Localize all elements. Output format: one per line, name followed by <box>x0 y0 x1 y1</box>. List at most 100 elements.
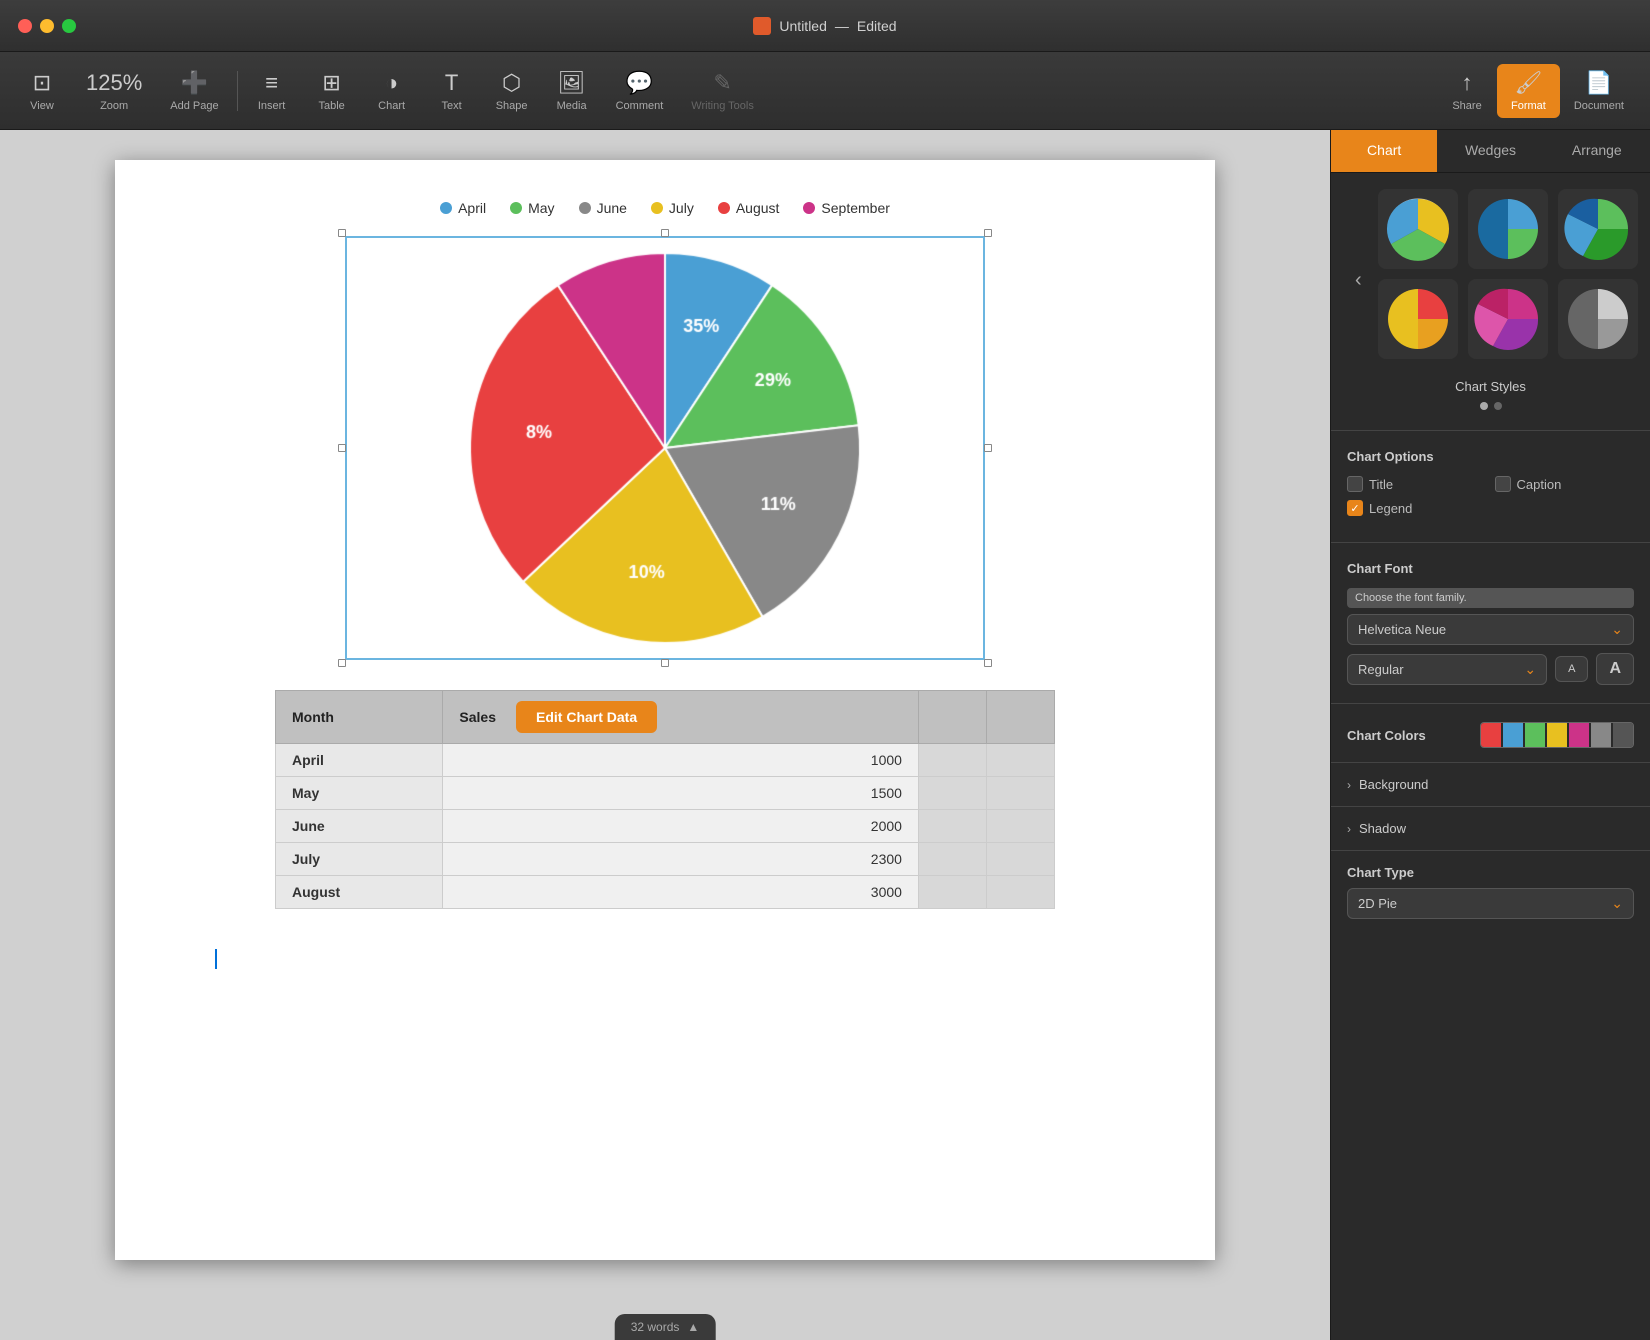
word-count-chevron: ▲ <box>687 1320 699 1334</box>
swatch-5[interactable] <box>1569 723 1589 747</box>
handle-bc[interactable] <box>661 659 669 667</box>
swatch-4[interactable] <box>1547 723 1567 747</box>
carousel-prev[interactable]: ‹ <box>1347 265 1370 296</box>
toolbar-media[interactable]: 🖼 Media <box>542 64 602 118</box>
handle-ml[interactable] <box>338 444 346 452</box>
style-dot-2[interactable] <box>1494 402 1502 410</box>
title-separator: — <box>835 18 849 34</box>
toolbar-zoom[interactable]: 125% Zoom <box>72 64 156 118</box>
word-count-bar[interactable]: 32 words ▲ <box>615 1314 716 1340</box>
legend-item-april: April <box>440 200 486 216</box>
toolbar-view[interactable]: ⊡ View <box>12 64 72 118</box>
chart-type-value: 2D Pie <box>1358 896 1397 911</box>
font-size-decrease[interactable]: A <box>1555 656 1588 682</box>
handle-mr[interactable] <box>984 444 992 452</box>
close-button[interactable] <box>18 19 32 33</box>
font-style-select[interactable]: Regular ⌄ <box>1347 654 1547 685</box>
table-cell-empty-2 <box>986 777 1054 810</box>
table-cell-month: May <box>276 777 443 810</box>
toolbar-table[interactable]: ⊞ Table <box>302 64 362 118</box>
toolbar-right: ↑ Share 🖌 Format 📄 Document <box>1437 64 1638 118</box>
share-label: Share <box>1452 100 1481 112</box>
background-header[interactable]: › Background <box>1347 777 1634 792</box>
view-icon: ⊡ <box>33 70 51 96</box>
chart-type-section: Chart Type 2D Pie ⌄ <box>1331 850 1650 933</box>
legend-checkbox-item: Legend <box>1347 500 1634 516</box>
canvas-area[interactable]: April May June July August <box>0 130 1330 1340</box>
pie-canvas[interactable] <box>355 238 975 658</box>
chart-options-title: Chart Options <box>1347 449 1634 464</box>
toolbar-share[interactable]: ↑ Share <box>1437 64 1497 118</box>
handle-tr[interactable] <box>984 229 992 237</box>
shadow-header[interactable]: › Shadow <box>1347 821 1634 836</box>
add-page-icon: ➕ <box>181 70 208 96</box>
handle-tc[interactable] <box>661 229 669 237</box>
style-thumb-6[interactable] <box>1558 279 1638 359</box>
legend-item-may: May <box>510 200 554 216</box>
view-label: View <box>30 100 54 112</box>
toolbar-document[interactable]: 📄 Document <box>1560 64 1638 118</box>
font-family-select[interactable]: Helvetica Neue ⌄ <box>1347 614 1634 645</box>
font-family-value: Helvetica Neue <box>1358 622 1446 637</box>
chart-font-section: Chart Font Choose the font family. Helve… <box>1331 547 1650 699</box>
chart-styles-section: ‹ <box>1331 173 1650 426</box>
maximize-button[interactable] <box>62 19 76 33</box>
toolbar-chart[interactable]: ◑ Chart <box>362 64 422 118</box>
document-icon: 📄 <box>1585 70 1612 96</box>
window-controls[interactable] <box>18 19 76 33</box>
handle-br[interactable] <box>984 659 992 667</box>
chart-type-select[interactable]: 2D Pie ⌄ <box>1347 888 1634 919</box>
tab-arrange[interactable]: Arrange <box>1544 130 1650 172</box>
legend-label-september: September <box>821 200 889 216</box>
handle-tl[interactable] <box>338 229 346 237</box>
style-dot-1[interactable] <box>1480 402 1488 410</box>
chart-font-title: Chart Font <box>1347 561 1634 576</box>
swatch-6[interactable] <box>1591 723 1611 747</box>
style-thumb-3[interactable] <box>1558 189 1638 269</box>
handle-bl[interactable] <box>338 659 346 667</box>
toolbar-comment[interactable]: 💬 Comment <box>602 64 678 118</box>
swatch-7[interactable] <box>1613 723 1633 747</box>
toolbar-insert[interactable]: ≡ Insert <box>242 64 302 118</box>
styles-pagination <box>1347 402 1634 410</box>
minimize-button[interactable] <box>40 19 54 33</box>
style-thumb-1[interactable] <box>1378 189 1458 269</box>
legend-label-august: August <box>736 200 780 216</box>
swatch-3[interactable] <box>1525 723 1545 747</box>
font-tooltip: Choose the font family. <box>1347 588 1634 608</box>
toolbar-format[interactable]: 🖌 Format <box>1497 64 1560 118</box>
toolbar-text[interactable]: T Text <box>422 64 482 118</box>
style-thumb-5[interactable] <box>1468 279 1548 359</box>
table-cell-month: July <box>276 843 443 876</box>
font-size-increase[interactable]: A <box>1596 653 1634 685</box>
table-cell-empty-2 <box>986 843 1054 876</box>
style-thumb-2[interactable] <box>1468 189 1548 269</box>
chart-container[interactable]: .pie-svg{display:none;} <box>345 236 985 660</box>
word-count-text: 32 words <box>631 1320 680 1334</box>
color-swatches[interactable] <box>1480 722 1634 748</box>
month-header-text: Month <box>292 709 334 725</box>
data-table: Month Sales Edit Chart Data <box>275 690 1055 909</box>
swatch-2[interactable] <box>1503 723 1523 747</box>
swatch-1[interactable] <box>1481 723 1501 747</box>
background-label: Background <box>1359 777 1428 792</box>
title-checkbox[interactable] <box>1347 476 1363 492</box>
caption-checkbox[interactable] <box>1495 476 1511 492</box>
legend-checkbox[interactable] <box>1347 500 1363 516</box>
tab-wedges[interactable]: Wedges <box>1437 130 1543 172</box>
font-select-row: Helvetica Neue ⌄ <box>1347 614 1634 645</box>
toolbar-add-page[interactable]: ➕ Add Page <box>156 64 232 118</box>
col-header-4 <box>986 691 1054 744</box>
shape-label: Shape <box>496 100 528 112</box>
table-cell-empty-2 <box>986 744 1054 777</box>
format-label: Format <box>1511 100 1546 112</box>
toolbar-writing-tools: ✎ Writing Tools <box>677 64 768 118</box>
carousel-next[interactable]: › <box>1646 265 1650 296</box>
toolbar-shape[interactable]: ⬡ Shape <box>482 64 542 118</box>
tab-chart[interactable]: Chart <box>1331 130 1437 172</box>
col-header-3 <box>918 691 986 744</box>
chart-type-label: Chart Type <box>1347 865 1634 880</box>
edit-chart-data-button[interactable]: Edit Chart Data <box>516 701 657 733</box>
font-style-arrow: ⌄ <box>1524 661 1536 678</box>
style-thumb-4[interactable] <box>1378 279 1458 359</box>
